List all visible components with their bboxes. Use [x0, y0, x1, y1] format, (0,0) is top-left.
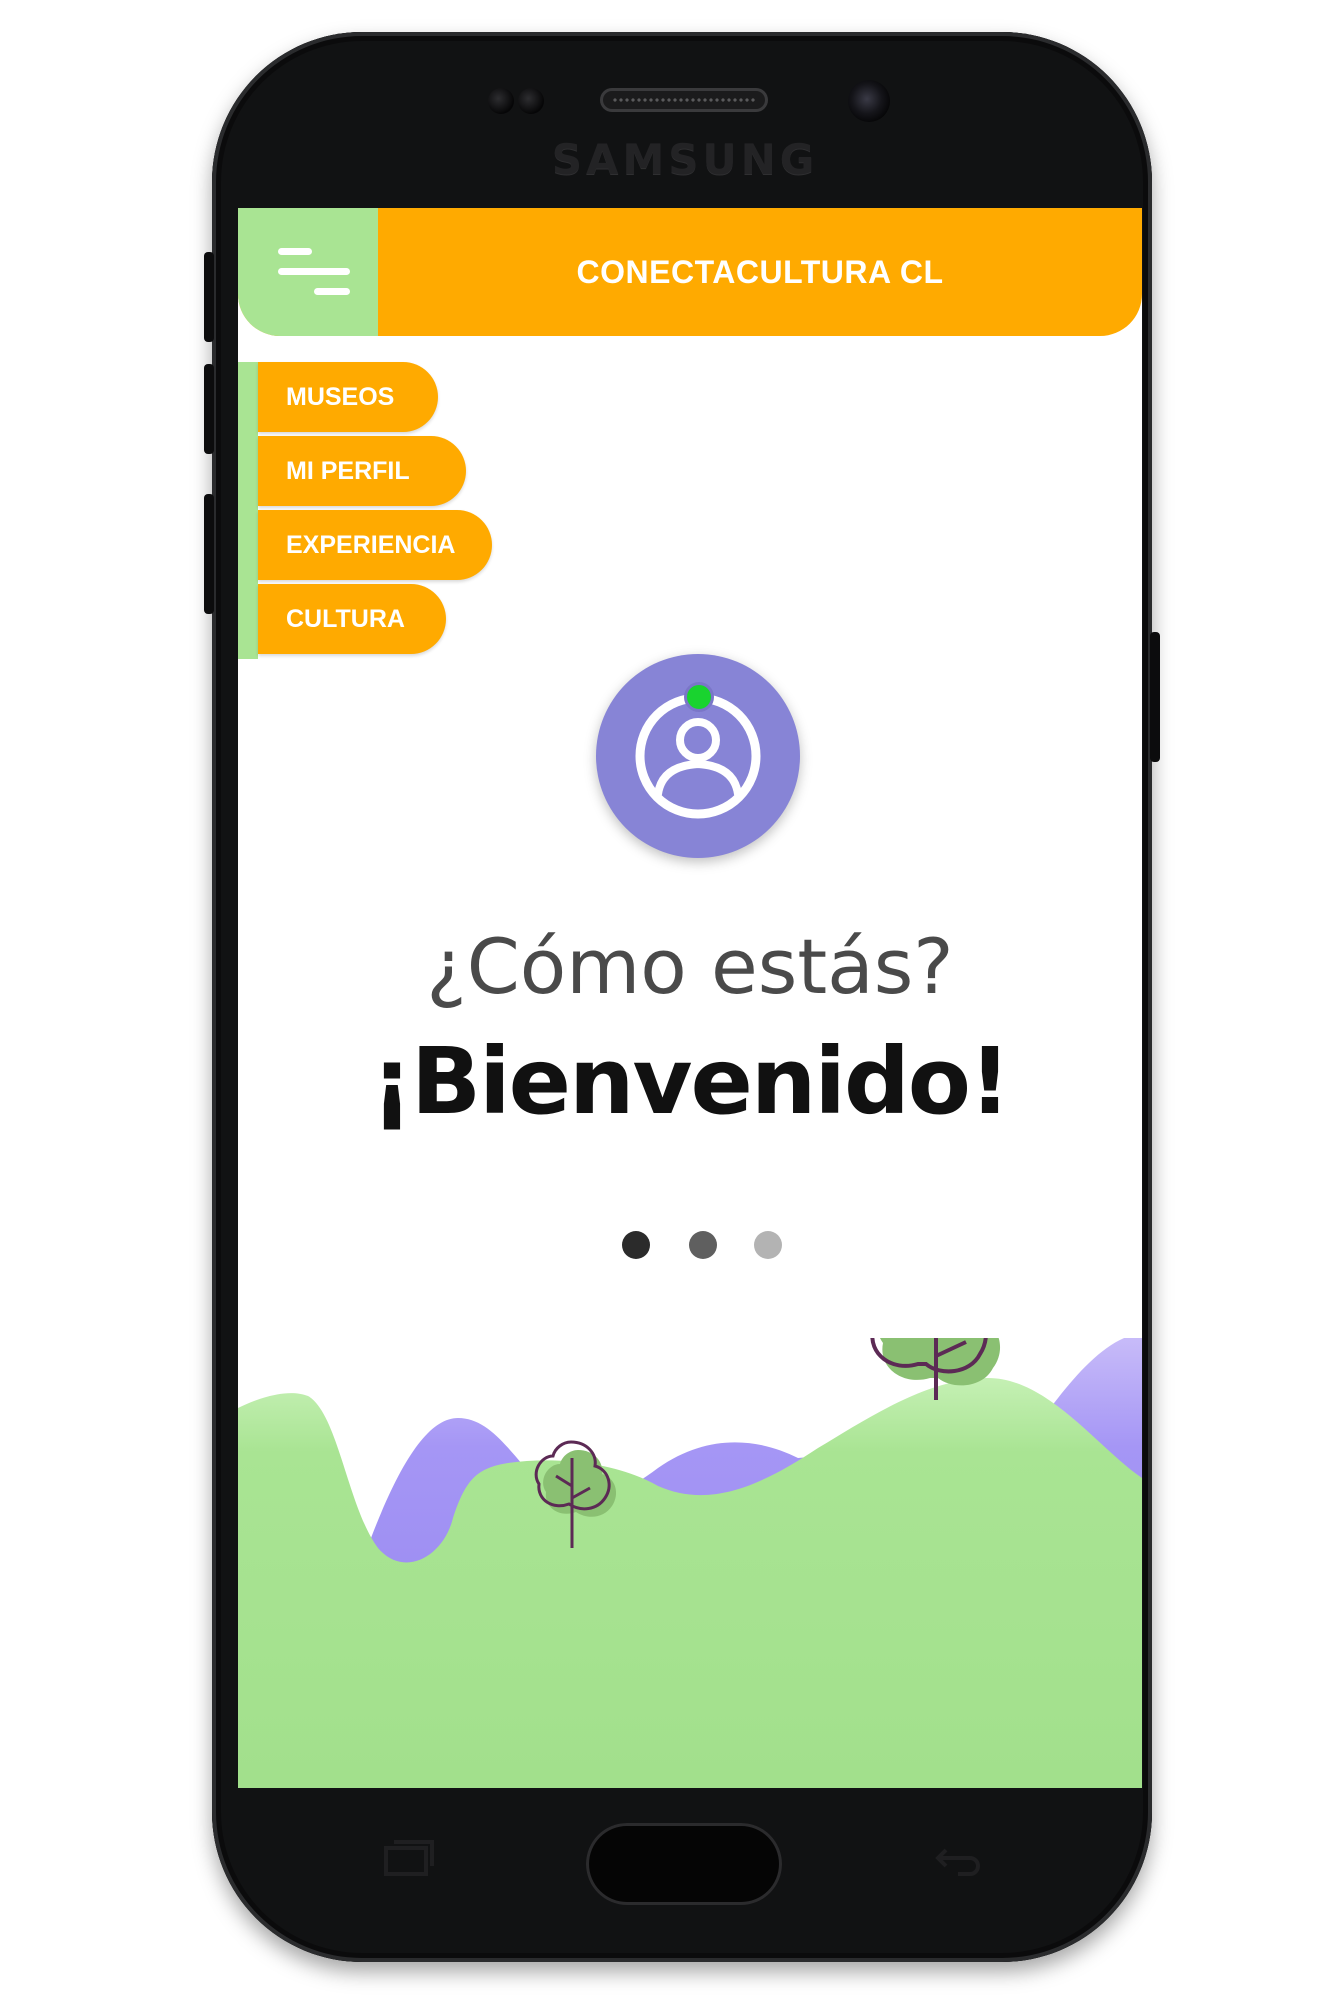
volume-up-button	[204, 252, 214, 342]
recent-apps-icon	[382, 1838, 434, 1887]
device-brand-logo: SAMSUNG	[551, 135, 819, 184]
greeting-text: ¿Cómo estás?	[426, 922, 954, 1011]
sensor-icon	[518, 88, 544, 114]
pager-dot-3[interactable]	[754, 1231, 782, 1259]
power-button	[1150, 632, 1160, 762]
green-hills	[238, 1378, 1142, 1788]
nav-item-experiencia[interactable]: EXPERIENCIA	[258, 510, 492, 580]
sensor-icon	[488, 88, 514, 114]
app-header: CONECTACULTURA CL	[238, 208, 1142, 336]
stage: SAMSUNG CONECTACULTURA CL MUSEOS MI PERF…	[0, 0, 1334, 1999]
landscape-illustration	[238, 1338, 1142, 1788]
back-icon	[930, 1838, 982, 1887]
volume-down-button	[204, 364, 214, 454]
nav-item-mi-perfil[interactable]: MI PERFIL	[258, 436, 466, 506]
nav-item-museos[interactable]: MUSEOS	[258, 362, 438, 432]
pager-dot-2[interactable]	[689, 1231, 717, 1259]
nav-item-cultura[interactable]: CULTURA	[258, 584, 446, 654]
online-status-indicator	[684, 682, 714, 712]
menu-button[interactable]	[238, 208, 378, 336]
pager-dot-1[interactable]	[622, 1231, 650, 1259]
welcome-heading: ¡Bienvenido!	[371, 1028, 1011, 1135]
earpiece-grille	[612, 97, 756, 103]
front-camera-icon	[848, 80, 890, 122]
home-button	[586, 1823, 782, 1905]
nav-accent-strip	[238, 362, 258, 659]
app-screen: CONECTACULTURA CL MUSEOS MI PERFIL EXPER…	[238, 208, 1142, 1788]
bixby-button	[204, 494, 214, 614]
app-title: CONECTACULTURA CL	[576, 254, 944, 290]
